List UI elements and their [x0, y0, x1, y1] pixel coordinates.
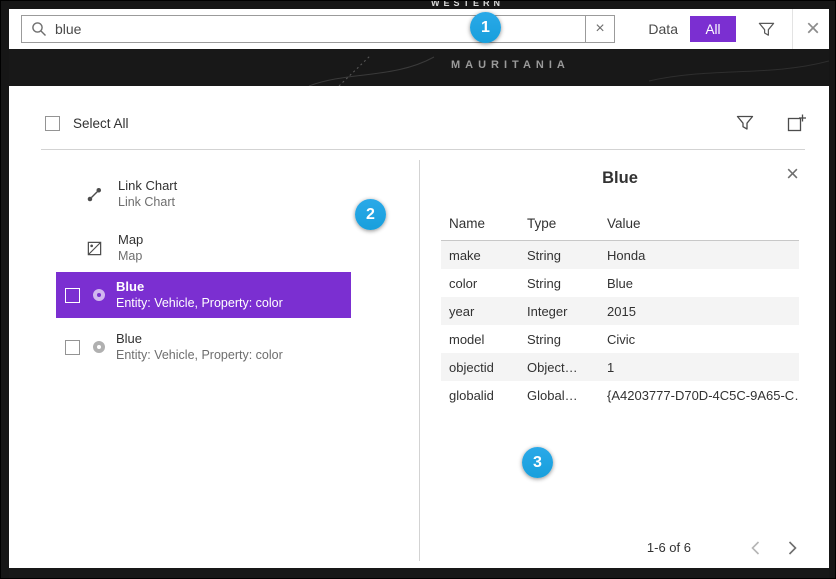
- map-border-lines: [9, 49, 829, 86]
- cell-type: String: [519, 241, 599, 270]
- cell-name: color: [441, 269, 519, 297]
- detail-header: Blue ×: [441, 160, 799, 196]
- map-icon: [85, 240, 103, 257]
- cell-type: String: [519, 325, 599, 353]
- page-range-label: 1-6 of 6: [647, 540, 691, 555]
- cell-type: Integer: [519, 297, 599, 325]
- search-bar-controls: Data All ×: [648, 9, 829, 49]
- column-header-name: Name: [441, 210, 519, 241]
- data-label: Data: [648, 21, 678, 37]
- pagination: 1-6 of 6: [647, 540, 797, 555]
- next-page-button[interactable]: [760, 541, 797, 555]
- panel-divider: [419, 160, 420, 561]
- callout-badge-2: 2: [355, 199, 386, 230]
- cell-value: 2015: [599, 297, 799, 325]
- table-row: make String Honda: [441, 241, 799, 270]
- all-filter-button[interactable]: All: [690, 16, 736, 42]
- entity-ring-icon: [93, 341, 105, 353]
- toolbar-divider: [41, 149, 805, 150]
- filter-button[interactable]: [758, 21, 775, 38]
- detail-panel: Blue × Name Type Value make String H: [441, 160, 799, 561]
- table-row: model String Civic: [441, 325, 799, 353]
- result-item-link-chart[interactable]: Link Chart Link Chart: [85, 172, 345, 216]
- table-row: year Integer 2015: [441, 297, 799, 325]
- column-header-value: Value: [599, 210, 799, 241]
- table-row: objectid Object… 1: [441, 353, 799, 381]
- chevron-left-icon: [751, 541, 760, 555]
- cell-value: {A4203777-D70D-4C5C-9A65-C…: [599, 381, 799, 409]
- close-search-button[interactable]: ×: [806, 17, 820, 41]
- cell-name: objectid: [441, 353, 519, 381]
- select-all-label: Select All: [73, 116, 129, 131]
- properties-table: Name Type Value make String Honda color …: [441, 210, 799, 409]
- entity-ring-icon: [93, 289, 105, 301]
- vertical-separator: [792, 9, 793, 49]
- results-toolbar: Select All: [45, 112, 807, 134]
- chevron-right-icon: [788, 541, 797, 555]
- cell-value: Blue: [599, 269, 799, 297]
- link-chart-icon: [85, 186, 103, 203]
- result-checkbox[interactable]: [65, 340, 80, 355]
- add-item-icon[interactable]: [786, 113, 807, 134]
- map-label-top: WESTERN: [431, 0, 504, 8]
- select-all-checkbox[interactable]: [45, 116, 60, 131]
- cell-type: String: [519, 269, 599, 297]
- cell-name: make: [441, 241, 519, 270]
- close-detail-button[interactable]: ×: [786, 163, 799, 185]
- result-subtitle: Link Chart: [118, 194, 177, 210]
- search-bar: × Data All ×: [9, 9, 829, 49]
- result-subtitle: Entity: Vehicle, Property: color: [116, 347, 283, 363]
- cell-name: model: [441, 325, 519, 353]
- search-input[interactable]: [55, 17, 585, 41]
- clear-search-button[interactable]: ×: [585, 15, 615, 43]
- prev-page-button[interactable]: [723, 541, 760, 555]
- result-subtitle: Entity: Vehicle, Property: color: [116, 295, 283, 311]
- map-background-bottom: [9, 568, 829, 579]
- results-filter-button[interactable]: [736, 114, 754, 132]
- cell-value: 1: [599, 353, 799, 381]
- cell-type: Object…: [519, 353, 599, 381]
- result-checkbox[interactable]: [65, 288, 80, 303]
- app-window: WESTERN × Data All × MAURITANIA: [0, 0, 836, 579]
- result-title: Blue: [116, 331, 283, 347]
- table-header-row: Name Type Value: [441, 210, 799, 241]
- column-header-type: Type: [519, 210, 599, 241]
- result-title: Blue: [116, 279, 283, 295]
- result-subtitle: Map: [118, 248, 143, 264]
- search-results-panel: Select All Link Chart Link Chart: [9, 86, 829, 568]
- table-row: globalid Global… {A4203777-D70D-4C5C-9A6…: [441, 381, 799, 409]
- detail-title: Blue: [602, 169, 638, 187]
- cell-value: Civic: [599, 325, 799, 353]
- table-row: color String Blue: [441, 269, 799, 297]
- callout-badge-1: 1: [470, 12, 501, 43]
- map-label-mauritania: MAURITANIA: [451, 59, 570, 71]
- cell-name: year: [441, 297, 519, 325]
- callout-badge-3: 3: [522, 447, 553, 478]
- result-item-blue-selected[interactable]: Blue Entity: Vehicle, Property: color: [56, 272, 351, 318]
- result-item-blue[interactable]: Blue Entity: Vehicle, Property: color: [56, 324, 351, 370]
- result-title: Map: [118, 232, 143, 248]
- search-field: [21, 15, 586, 43]
- map-background: MAURITANIA: [9, 49, 829, 86]
- result-item-map[interactable]: Map Map: [85, 226, 345, 270]
- cell-type: Global…: [519, 381, 599, 409]
- cell-value: Honda: [599, 241, 799, 270]
- cell-name: globalid: [441, 381, 519, 409]
- result-title: Link Chart: [118, 178, 177, 194]
- search-icon: [31, 21, 47, 37]
